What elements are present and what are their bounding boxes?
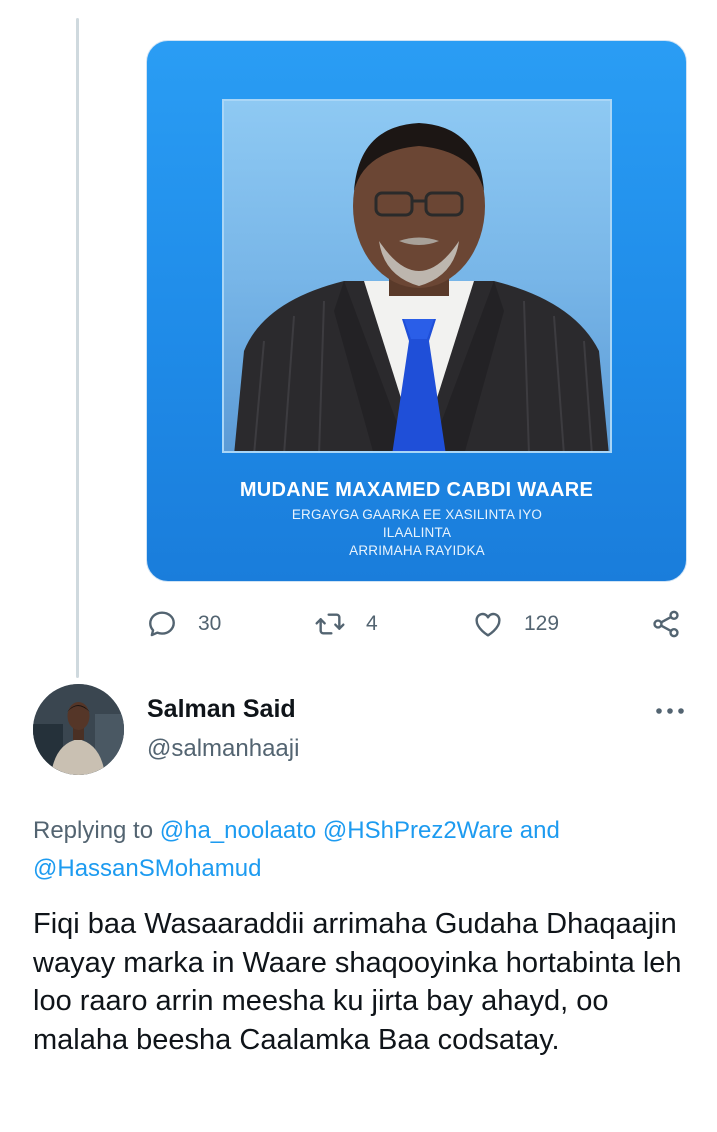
more-dots-icon <box>656 708 684 714</box>
portrait-illustration <box>234 123 609 451</box>
mention-link[interactable]: @HShPrez2Ware <box>323 817 513 844</box>
portrait-photo <box>222 99 612 453</box>
caption-name: MUDANE MAXAMED CABDI WAARE <box>239 479 594 501</box>
user-handle[interactable]: @salmanhaaji <box>147 735 299 763</box>
display-name[interactable]: Salman Said <box>147 695 296 724</box>
reply-icon <box>149 611 175 637</box>
mention-link[interactable]: @HassanSMohamud <box>33 855 261 882</box>
caption-title-line-1: ERGAYGA GAARKA EE XASILINTA IYO ILAALINT… <box>291 507 543 540</box>
retweet-count: 4 <box>366 612 378 635</box>
share-button[interactable] <box>650 604 682 644</box>
replying-prefix: Replying to <box>33 817 154 844</box>
retweet-button[interactable]: 4 <box>314 604 378 644</box>
reply-button[interactable]: 30 <box>146 604 221 644</box>
tweet-text: Fiqi baa Wasaaraddii arrimaha Gudaha Dha… <box>33 908 682 1056</box>
caption-title: ERGAYGA GAARKA EE XASILINTA IYO ILAALINT… <box>257 506 577 560</box>
tweet-media-image[interactable]: MUDANE MAXAMED CABDI WAARE ERGAYGA GAARK… <box>146 40 687 582</box>
avatar-photo <box>33 684 124 775</box>
like-button[interactable]: 129 <box>472 604 559 644</box>
share-icon <box>653 610 679 638</box>
mention-conjunction[interactable]: and <box>520 817 560 844</box>
like-icon <box>475 612 501 637</box>
replying-to-line: Replying to @ha_noolaato @HShPrez2Ware a… <box>33 812 683 888</box>
thread-connector-line <box>76 18 79 678</box>
more-options-button[interactable] <box>650 696 690 726</box>
retweet-icon <box>315 613 345 635</box>
like-count: 129 <box>524 612 560 635</box>
tweet-action-bar: 30 4 129 <box>146 604 691 644</box>
avatar[interactable] <box>33 684 124 775</box>
reply-count: 30 <box>198 612 222 635</box>
mention-link[interactable]: @ha_noolaato <box>160 817 317 844</box>
caption-title-line-2: ARRIMAHA RAYIDKA <box>349 543 485 558</box>
